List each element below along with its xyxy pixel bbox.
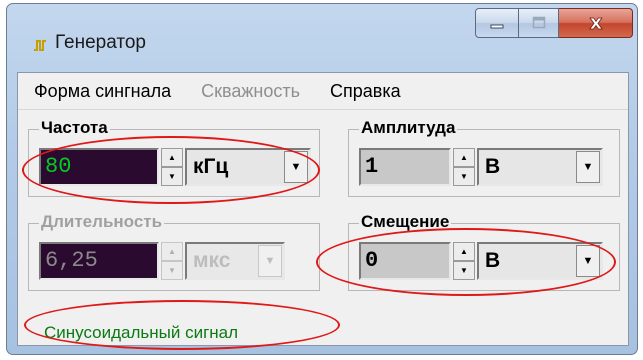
spin-up-icon[interactable]: ▲ — [453, 148, 475, 167]
frequency-label: Частота — [39, 118, 110, 138]
frequency-unit-value: кГц — [193, 155, 229, 178]
chevron-down-icon[interactable]: ▼ — [284, 151, 308, 183]
offset-unit-value: В — [485, 249, 501, 272]
amplitude-group: Амплитуда 1 ▲ ▼ В ▼ — [348, 118, 620, 197]
minimize-button[interactable] — [475, 8, 519, 38]
close-glyph: x — [589, 12, 602, 34]
chevron-down-icon[interactable]: ▼ — [576, 245, 600, 277]
menu-help[interactable]: Справка — [330, 81, 401, 102]
window-title: Генератор — [55, 32, 146, 53]
duration-spinner[interactable]: ▲ ▼ — [161, 242, 183, 280]
amplitude-unit-select[interactable]: В ▼ — [477, 148, 603, 186]
duration-input[interactable]: 6,25 — [39, 242, 159, 280]
offset-unit-select[interactable]: В ▼ — [477, 242, 603, 280]
maximize-icon — [532, 16, 545, 29]
frequency-unit-select[interactable]: кГц ▼ — [185, 148, 311, 186]
frequency-group: Частота 80 ▲ ▼ кГц ▼ — [28, 118, 320, 197]
menu-waveform[interactable]: Форма сингнала — [34, 81, 171, 102]
spin-down-icon[interactable]: ▼ — [161, 167, 183, 186]
title-bar[interactable]: Генератор x — [7, 4, 637, 70]
amplitude-label: Амплитуда — [359, 118, 458, 138]
frequency-spinner[interactable]: ▲ ▼ — [161, 148, 183, 186]
client-area: Форма сингнала Скважность Справка Частот… — [17, 72, 629, 346]
minimize-icon — [490, 24, 504, 29]
duration-unit-select[interactable]: мкс ▼ — [185, 242, 285, 280]
offset-input[interactable]: 0 — [359, 242, 451, 280]
spin-down-icon[interactable]: ▼ — [453, 167, 475, 186]
offset-spinner[interactable]: ▲ ▼ — [453, 242, 475, 280]
duration-label: Длительность — [39, 212, 165, 232]
menu-duty-cycle[interactable]: Скважность — [201, 81, 300, 102]
pulse-icon — [34, 40, 46, 51]
amplitude-input[interactable]: 1 — [359, 148, 451, 186]
menu-bar: Форма сингнала Скважность Справка — [18, 73, 628, 110]
close-button[interactable]: x — [559, 8, 633, 38]
generator-window: Генератор x Форма сингнала Скважность Сп… — [6, 3, 638, 355]
amplitude-unit-value: В — [485, 155, 501, 178]
chevron-down-icon[interactable]: ▼ — [576, 151, 600, 183]
duration-group: Длительность 6,25 ▲ ▼ мкс ▼ — [28, 212, 320, 291]
spin-up-icon[interactable]: ▲ — [161, 148, 183, 167]
close-icon: x — [589, 12, 603, 34]
spin-down-icon[interactable]: ▼ — [161, 261, 183, 280]
spin-up-icon[interactable]: ▲ — [453, 242, 475, 261]
signal-status-label: Синусоидальный сигнал — [44, 323, 239, 342]
amplitude-spinner[interactable]: ▲ ▼ — [453, 148, 475, 186]
maximize-button[interactable] — [519, 8, 559, 38]
frequency-input[interactable]: 80 — [39, 148, 159, 186]
chevron-down-icon[interactable]: ▼ — [258, 245, 282, 277]
caption-buttons: x — [475, 8, 633, 38]
duration-unit-value: мкс — [193, 249, 231, 272]
spin-down-icon[interactable]: ▼ — [453, 261, 475, 280]
offset-group: Смещение 0 ▲ ▼ В ▼ — [348, 212, 620, 291]
offset-label: Смещение — [359, 212, 452, 232]
spin-up-icon[interactable]: ▲ — [161, 242, 183, 261]
